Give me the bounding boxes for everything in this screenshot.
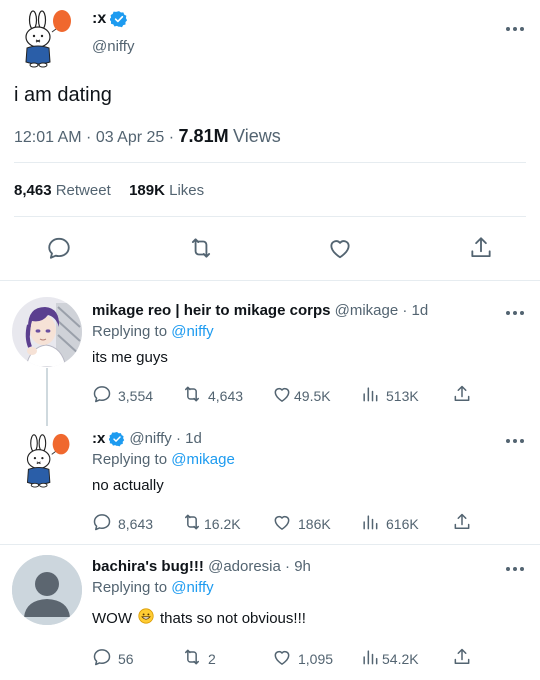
views-icon bbox=[360, 512, 380, 535]
reply-comment-stat[interactable]: 56 bbox=[92, 647, 134, 670]
reply-comment-stat[interactable]: 3,554 bbox=[92, 384, 153, 407]
like-count: 186K bbox=[298, 515, 331, 532]
views-icon bbox=[360, 647, 380, 670]
reply-avatar-default[interactable] bbox=[12, 555, 82, 625]
reply-handle[interactable]: @niffy · 1d bbox=[129, 430, 201, 447]
replying-to-label: Replying to bbox=[92, 579, 168, 596]
like-icon[interactable] bbox=[327, 235, 353, 261]
retweet-icon[interactable] bbox=[188, 235, 214, 261]
views-label: Views bbox=[233, 126, 281, 146]
reply-views-stat[interactable]: 54.2K bbox=[360, 647, 419, 670]
replying-to-link[interactable]: @niffy bbox=[171, 579, 213, 596]
retweets-label[interactable]: Retweet bbox=[56, 182, 111, 199]
retweet-count: 16.2K bbox=[204, 515, 241, 532]
reply-avatar-niffy[interactable] bbox=[18, 432, 78, 488]
reply-avatar-mikage[interactable] bbox=[12, 297, 82, 367]
share-icon[interactable] bbox=[452, 384, 472, 404]
main-tweet-text: i am dating bbox=[14, 84, 112, 106]
main-tweet-handle[interactable]: @niffy bbox=[92, 38, 134, 55]
comment-count: 3,554 bbox=[118, 387, 154, 404]
reply-display-name[interactable]: bachira's bug!!! bbox=[92, 558, 204, 575]
divider bbox=[0, 280, 540, 281]
main-tweet-avatar[interactable] bbox=[16, 8, 80, 68]
divider bbox=[14, 162, 526, 163]
share-icon[interactable] bbox=[452, 512, 472, 532]
views-icon bbox=[360, 384, 380, 407]
more-options-icon[interactable] bbox=[504, 20, 526, 34]
divider bbox=[14, 216, 526, 217]
reply-views-stat[interactable]: 513K bbox=[360, 384, 419, 407]
like-icon bbox=[272, 512, 292, 535]
reply-retweet-stat[interactable]: 2 bbox=[182, 647, 216, 670]
reply-like-stat[interactable]: 186K bbox=[272, 512, 331, 535]
reply-retweet-stat[interactable]: 16.2K bbox=[182, 512, 241, 535]
comment-count: 56 bbox=[118, 650, 134, 667]
reply-retweet-stat[interactable]: 4,643 bbox=[182, 384, 243, 407]
main-tweet-display-name[interactable]: :x bbox=[92, 10, 106, 28]
reply-like-stat[interactable]: 49.5K bbox=[272, 384, 331, 407]
share-icon[interactable] bbox=[468, 235, 494, 261]
reply-text-start: WOW bbox=[92, 609, 132, 627]
reply-display-name[interactable]: mikage reo | heir to mikage corps bbox=[92, 302, 330, 319]
retweet-count: 4,643 bbox=[208, 387, 244, 404]
comment-count: 8,643 bbox=[118, 515, 154, 532]
retweet-count: 2 bbox=[208, 650, 216, 667]
like-icon bbox=[272, 384, 292, 407]
retweet-icon bbox=[182, 647, 202, 670]
verified-badge-icon bbox=[109, 10, 128, 28]
reply-handle[interactable]: @adoresia · 9h bbox=[208, 558, 311, 575]
reply-text: no actually bbox=[92, 477, 164, 494]
main-tweet-meta: 12:01 AM · 03 Apr 25 · 7.81M Views bbox=[14, 126, 281, 147]
grinning-emoji-icon bbox=[138, 608, 154, 628]
likes-label[interactable]: Likes bbox=[169, 182, 204, 199]
engagement-counts: 8,463 Retweet 189K Likes bbox=[14, 182, 204, 199]
views-count: 7.81M bbox=[178, 126, 229, 146]
more-options-icon[interactable] bbox=[504, 432, 526, 446]
reply-like-stat[interactable]: 1,095 bbox=[272, 647, 333, 670]
verified-badge-icon bbox=[108, 431, 125, 447]
reply-views-stat[interactable]: 616K bbox=[360, 512, 419, 535]
views-count: 513K bbox=[386, 387, 419, 404]
retweet-icon bbox=[182, 512, 202, 535]
thread-line bbox=[46, 368, 48, 426]
replying-to-label: Replying to bbox=[92, 323, 168, 340]
reply-icon bbox=[92, 647, 112, 670]
likes-count[interactable]: 189K bbox=[129, 182, 165, 199]
like-icon bbox=[272, 647, 292, 670]
like-count: 1,095 bbox=[298, 650, 334, 667]
views-count: 616K bbox=[386, 515, 419, 532]
main-tweet-timestamp[interactable]: 12:01 AM · 03 Apr 25 · bbox=[14, 129, 179, 146]
replying-to-link[interactable]: @niffy bbox=[171, 323, 213, 340]
replying-to-link[interactable]: @mikage bbox=[171, 451, 235, 468]
reply-display-name[interactable]: :x bbox=[92, 430, 105, 447]
reply-icon bbox=[92, 384, 112, 407]
reply-comment-stat[interactable]: 8,643 bbox=[92, 512, 153, 535]
share-icon[interactable] bbox=[452, 647, 472, 667]
retweets-count[interactable]: 8,463 bbox=[14, 182, 52, 199]
reply-text: its me guys bbox=[92, 349, 168, 366]
retweet-icon bbox=[182, 384, 202, 407]
like-count: 49.5K bbox=[294, 387, 331, 404]
more-options-icon[interactable] bbox=[504, 560, 526, 574]
reply-icon bbox=[92, 512, 112, 535]
reply-text: WOW thats so not obvious!!! bbox=[92, 608, 306, 628]
reply-text-end: thats so not obvious!!! bbox=[159, 609, 306, 627]
reply-handle[interactable]: @mikage · 1d bbox=[335, 302, 429, 319]
views-count: 54.2K bbox=[382, 650, 419, 667]
more-options-icon[interactable] bbox=[504, 304, 526, 318]
replying-to-label: Replying to bbox=[92, 451, 168, 468]
reply-icon[interactable] bbox=[46, 235, 72, 261]
divider bbox=[0, 544, 540, 545]
